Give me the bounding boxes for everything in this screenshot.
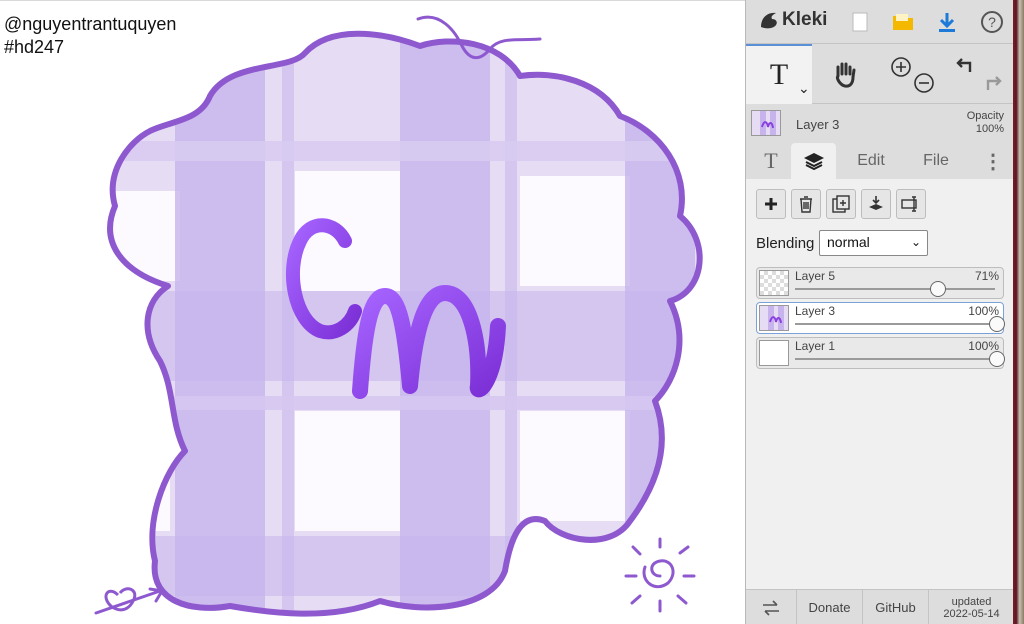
opacity-slider-track[interactable] — [795, 358, 995, 360]
layer-name: Layer 5 — [795, 269, 836, 283]
updated-info: updated 2022-05-14 — [928, 590, 1014, 624]
add-layer-icon — [765, 198, 777, 210]
footer-bar: Donate GitHub updated 2022-05-14 — [746, 589, 1014, 624]
artwork — [94, 15, 703, 617]
text-tool-button[interactable]: T ⌄ — [746, 44, 812, 104]
layers-panel: Blending normal ⌄ Layer 5 71% Layer 3 10… — [746, 179, 1014, 589]
layer-row-3[interactable]: Layer 3 100% — [756, 302, 1005, 334]
side-panel: Kleki ? T ⌄ Layer 3 Opacity 100% T Edit … — [745, 0, 1014, 624]
more-icon[interactable]: ⋮ — [978, 143, 1008, 179]
new-image-icon — [852, 12, 868, 32]
credit-username: @nguyentrantuquyen — [4, 14, 177, 34]
undo-icon[interactable] — [956, 56, 978, 76]
swap-sides-icon — [763, 599, 779, 616]
opacity-label: Opacity — [966, 110, 1004, 122]
svg-text:?: ? — [988, 14, 996, 30]
layer-name: Layer 3 — [795, 304, 836, 318]
panel-tabs: T Edit File ⋮ — [746, 143, 1014, 179]
merge-down-button[interactable] — [861, 189, 891, 219]
tab-file[interactable]: File — [911, 143, 961, 179]
active-layer-name: Layer 3 — [796, 117, 840, 132]
layer-thumbnail — [759, 270, 789, 296]
layer-opacity: 71% — [974, 269, 999, 283]
help-icon: ? — [981, 11, 1003, 33]
updated-date: 2022-05-14 — [943, 607, 1000, 620]
kleki-bird-icon — [761, 12, 777, 29]
blending-value: normal — [827, 234, 870, 250]
help-button[interactable]: ? — [978, 8, 1006, 36]
opacity-value: 100% — [975, 123, 1004, 135]
layer-thumbnail — [759, 340, 789, 366]
download-button[interactable] — [933, 8, 961, 36]
redo-icon[interactable] — [980, 74, 1002, 94]
app-window: @nguyentrantuquyen #hd247 Kleki ? T ⌄ La… — [0, 0, 1024, 624]
blending-select[interactable]: normal ⌄ — [819, 230, 928, 256]
app-logo[interactable]: Kleki — [758, 9, 827, 31]
opacity-slider-track[interactable] — [795, 288, 995, 290]
opacity-slider-knob[interactable] — [989, 351, 1005, 367]
text-tool-glyph: T — [769, 58, 789, 91]
layer-name: Layer 1 — [795, 339, 836, 353]
active-layer-info: Layer 3 Opacity 100% — [746, 105, 1014, 143]
history-buttons — [944, 44, 1014, 104]
add-layer-button[interactable] — [756, 189, 786, 219]
download-icon — [939, 13, 955, 32]
delete-layer-icon — [800, 196, 812, 213]
swap-sides-button[interactable] — [746, 590, 796, 624]
merge-down-icon — [869, 196, 883, 210]
layer-thumbnail — [759, 305, 789, 331]
opacity-slider-knob[interactable] — [930, 281, 947, 297]
zoom-out-icon[interactable] — [913, 72, 935, 94]
chevron-down-icon[interactable]: ⌄ — [798, 80, 810, 97]
tool-row: T ⌄ — [746, 44, 1014, 104]
hand-tool-button[interactable] — [812, 44, 878, 104]
blending-label: Blending — [756, 235, 815, 252]
app-name: Kleki — [782, 9, 828, 30]
opacity-slider-track[interactable] — [795, 323, 995, 325]
delete-layer-button[interactable] — [791, 189, 821, 219]
layer-row-5[interactable]: Layer 5 71% — [756, 267, 1004, 299]
open-folder-icon — [893, 14, 913, 30]
tab-edit[interactable]: Edit — [846, 143, 896, 179]
zoom-in-icon[interactable] — [890, 56, 912, 78]
rename-layer-icon — [901, 196, 917, 212]
zoom-buttons — [878, 44, 944, 104]
background-window-edge — [1013, 0, 1024, 624]
drawing-canvas[interactable]: @nguyentrantuquyen #hd247 — [0, 0, 745, 624]
duplicate-layer-icon — [832, 195, 850, 213]
active-layer-opacity: Opacity 100% — [967, 110, 1004, 136]
tab-text[interactable]: T — [751, 143, 791, 179]
active-layer-thumbnail — [751, 110, 781, 136]
layer-row-1[interactable]: Layer 1 100% — [756, 337, 1005, 369]
tab-layers[interactable] — [791, 143, 836, 179]
github-link[interactable]: GitHub — [862, 590, 928, 624]
credit-hashtag: #hd247 — [4, 37, 65, 57]
top-toolbar: Kleki ? — [746, 0, 1014, 44]
new-image-button[interactable] — [846, 8, 874, 36]
layers-icon — [803, 153, 824, 171]
duplicate-layer-button[interactable] — [826, 189, 856, 219]
updated-label: updated — [951, 595, 992, 608]
open-file-button[interactable] — [889, 8, 917, 36]
hand-icon — [836, 62, 856, 88]
rename-layer-button[interactable] — [896, 189, 926, 219]
donate-link[interactable]: Donate — [796, 590, 862, 624]
chevron-down-icon: ⌄ — [910, 235, 921, 249]
opacity-slider-knob[interactable] — [989, 316, 1005, 332]
